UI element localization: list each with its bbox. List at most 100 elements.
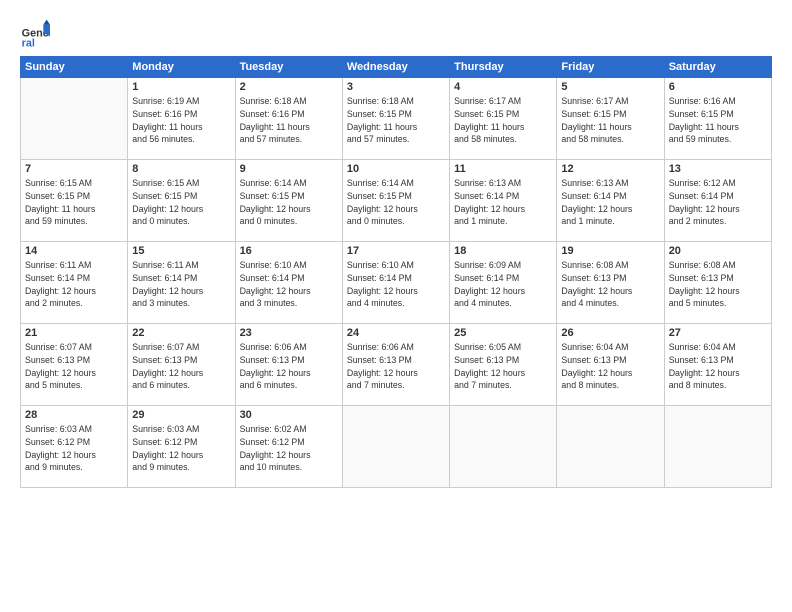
day-number: 25: [454, 327, 552, 339]
cell-info: Sunrise: 6:02 AM Sunset: 6:12 PM Dayligh…: [240, 423, 338, 474]
day-number: 23: [240, 327, 338, 339]
cell-info: Sunrise: 6:06 AM Sunset: 6:13 PM Dayligh…: [347, 341, 445, 392]
calendar-cell: 28Sunrise: 6:03 AM Sunset: 6:12 PM Dayli…: [21, 406, 128, 488]
cell-info: Sunrise: 6:09 AM Sunset: 6:14 PM Dayligh…: [454, 259, 552, 310]
day-number: 11: [454, 163, 552, 175]
calendar-cell: 20 Sunrise: 6:08 AM Sunset: 6:13 PM Dayli…: [664, 242, 771, 324]
calendar-cell: 3 Sunrise: 6:18 AM Sunset: 6:15 PM Daylig…: [342, 78, 449, 160]
cell-info: Sunrise: 6:12 AM Sunset: 6:14 PM Dayligh…: [669, 177, 767, 228]
calendar-cell: 7 Sunrise: 6:15 AM Sunset: 6:15 PM Daylig…: [21, 160, 128, 242]
day-number: 15: [132, 245, 230, 257]
col-header-saturday: Saturday: [664, 57, 771, 78]
calendar-cell: 12 Sunrise: 6:13 AM Sunset: 6:14 PM Dayli…: [557, 160, 664, 242]
calendar-cell: 1 Sunrise: 6:19 AM Sunset: 6:16 PM Daylig…: [128, 78, 235, 160]
calendar-cell: 29Sunrise: 6:03 AM Sunset: 6:12 PM Dayli…: [128, 406, 235, 488]
cell-info: Sunrise: 6:15 AM Sunset: 6:15 PM Dayligh…: [132, 177, 230, 228]
day-number: 26: [561, 327, 659, 339]
calendar-header-row: SundayMondayTuesdayWednesdayThursdayFrid…: [21, 57, 772, 78]
calendar-cell: 17 Sunrise: 6:10 AM Sunset: 6:14 PM Dayli…: [342, 242, 449, 324]
calendar-cell: 18 Sunrise: 6:09 AM Sunset: 6:14 PM Dayli…: [450, 242, 557, 324]
calendar-cell: 25 Sunrise: 6:05 AM Sunset: 6:13 PM Dayli…: [450, 324, 557, 406]
calendar-cell: 9 Sunrise: 6:14 AM Sunset: 6:15 PM Daylig…: [235, 160, 342, 242]
logo-icon: Gene ral: [20, 18, 50, 48]
day-number: 12: [561, 163, 659, 175]
calendar-cell: 15 Sunrise: 6:11 AM Sunset: 6:14 PM Dayli…: [128, 242, 235, 324]
day-number: 27: [669, 327, 767, 339]
day-number: 7: [25, 163, 123, 175]
day-number: 14: [25, 245, 123, 257]
cell-info: Sunrise: 6:03 AM Sunset: 6:12 PM Dayligh…: [132, 423, 230, 474]
day-number: 1: [132, 81, 230, 93]
page-header: Gene ral: [20, 18, 772, 48]
cell-info: Sunrise: 6:04 AM Sunset: 6:13 PM Dayligh…: [561, 341, 659, 392]
cell-info: Sunrise: 6:08 AM Sunset: 6:13 PM Dayligh…: [669, 259, 767, 310]
cell-info: Sunrise: 6:10 AM Sunset: 6:14 PM Dayligh…: [347, 259, 445, 310]
cell-info: Sunrise: 6:15 AM Sunset: 6:15 PM Dayligh…: [25, 177, 123, 228]
col-header-wednesday: Wednesday: [342, 57, 449, 78]
cell-info: Sunrise: 6:06 AM Sunset: 6:13 PM Dayligh…: [240, 341, 338, 392]
calendar-week-5: 28 Sunrise: 6:03 AM Sunset: 6:12 PM Dayli…: [21, 406, 772, 488]
calendar-cell: 2 Sunrise: 6:18 AM Sunset: 6:16 PM Daylig…: [235, 78, 342, 160]
calendar-cell: [21, 78, 128, 160]
cell-info: Sunrise: 6:14 AM Sunset: 6:15 PM Dayligh…: [347, 177, 445, 228]
calendar-cell: 4Sunrise: 6:17 AM Sunset: 6:15 PM Daylig…: [450, 78, 557, 160]
day-number: 28: [25, 409, 123, 421]
day-number: 3: [347, 81, 445, 93]
cell-info: Sunrise: 6:11 AM Sunset: 6:14 PM Dayligh…: [25, 259, 123, 310]
calendar-cell: 19 Sunrise: 6:08 AM Sunset: 6:13 PM Dayli…: [557, 242, 664, 324]
day-number: 8: [132, 163, 230, 175]
calendar-cell: 26 Sunrise: 6:04 AM Sunset: 6:13 PM Dayli…: [557, 324, 664, 406]
cell-info: Sunrise: 6:04 AM Sunset: 6:13 PM Dayligh…: [669, 341, 767, 392]
cell-info: Sunrise: 6:18 AM Sunset: 6:15 PM Dayligh…: [347, 95, 445, 146]
day-number: 4: [454, 81, 552, 93]
day-number: 13: [669, 163, 767, 175]
calendar-table: SundayMondayTuesdayWednesdayThursdayFrid…: [20, 56, 772, 488]
day-number: 2: [240, 81, 338, 93]
calendar-week-2: 7 Sunrise: 6:15 AM Sunset: 6:15 PM Daylig…: [21, 160, 772, 242]
col-header-monday: Monday: [128, 57, 235, 78]
cell-info: Sunrise: 6:14 AM Sunset: 6:15 PM Dayligh…: [240, 177, 338, 228]
calendar-cell: 16 Sunrise: 6:10 AM Sunset: 6:14 PM Dayli…: [235, 242, 342, 324]
day-number: 10: [347, 163, 445, 175]
cell-info: Sunrise: 6:10 AM Sunset: 6:14 PM Dayligh…: [240, 259, 338, 310]
cell-info: Sunrise: 6:13 AM Sunset: 6:14 PM Dayligh…: [454, 177, 552, 228]
cell-info: Sunrise: 6:08 AM Sunset: 6:13 PM Dayligh…: [561, 259, 659, 310]
day-number: 17: [347, 245, 445, 257]
svg-text:ral: ral: [22, 37, 35, 48]
calendar-cell: [450, 406, 557, 488]
calendar-cell: 10 Sunrise: 6:14 AM Sunset: 6:15 PM Dayli…: [342, 160, 449, 242]
calendar-cell: 27 Sunrise: 6:04 AM Sunset: 6:13 PM Dayli…: [664, 324, 771, 406]
day-number: 16: [240, 245, 338, 257]
calendar-cell: 21Sunrise: 6:07 AM Sunset: 6:13 PM Dayli…: [21, 324, 128, 406]
cell-info: Sunrise: 6:17 AM Sunset: 6:15 PM Dayligh…: [561, 95, 659, 146]
day-number: 22: [132, 327, 230, 339]
day-number: 24: [347, 327, 445, 339]
calendar-week-3: 14 Sunrise: 6:11 AM Sunset: 6:14 PM Dayli…: [21, 242, 772, 324]
day-number: 18: [454, 245, 552, 257]
cell-info: Sunrise: 6:11 AM Sunset: 6:14 PM Dayligh…: [132, 259, 230, 310]
logo: Gene ral: [20, 18, 54, 48]
calendar-cell: 23 Sunrise: 6:06 AM Sunset: 6:13 PM Dayli…: [235, 324, 342, 406]
calendar-cell: 22Sunrise: 6:07 AM Sunset: 6:13 PM Dayli…: [128, 324, 235, 406]
day-number: 30: [240, 409, 338, 421]
col-header-thursday: Thursday: [450, 57, 557, 78]
cell-info: Sunrise: 6:13 AM Sunset: 6:14 PM Dayligh…: [561, 177, 659, 228]
cell-info: Sunrise: 6:18 AM Sunset: 6:16 PM Dayligh…: [240, 95, 338, 146]
calendar-cell: 5Sunrise: 6:17 AM Sunset: 6:15 PM Daylig…: [557, 78, 664, 160]
cell-info: Sunrise: 6:16 AM Sunset: 6:15 PM Dayligh…: [669, 95, 767, 146]
day-number: 9: [240, 163, 338, 175]
cell-info: Sunrise: 6:19 AM Sunset: 6:16 PM Dayligh…: [132, 95, 230, 146]
calendar-cell: [557, 406, 664, 488]
col-header-sunday: Sunday: [21, 57, 128, 78]
calendar-cell: [342, 406, 449, 488]
col-header-friday: Friday: [557, 57, 664, 78]
cell-info: Sunrise: 6:05 AM Sunset: 6:13 PM Dayligh…: [454, 341, 552, 392]
day-number: 19: [561, 245, 659, 257]
calendar-cell: 24 Sunrise: 6:06 AM Sunset: 6:13 PM Dayli…: [342, 324, 449, 406]
day-number: 20: [669, 245, 767, 257]
calendar-cell: [664, 406, 771, 488]
calendar-week-4: 21Sunrise: 6:07 AM Sunset: 6:13 PM Dayli…: [21, 324, 772, 406]
calendar-cell: 30 Sunrise: 6:02 AM Sunset: 6:12 PM Dayli…: [235, 406, 342, 488]
calendar-cell: 6Sunrise: 6:16 AM Sunset: 6:15 PM Daylig…: [664, 78, 771, 160]
col-header-tuesday: Tuesday: [235, 57, 342, 78]
